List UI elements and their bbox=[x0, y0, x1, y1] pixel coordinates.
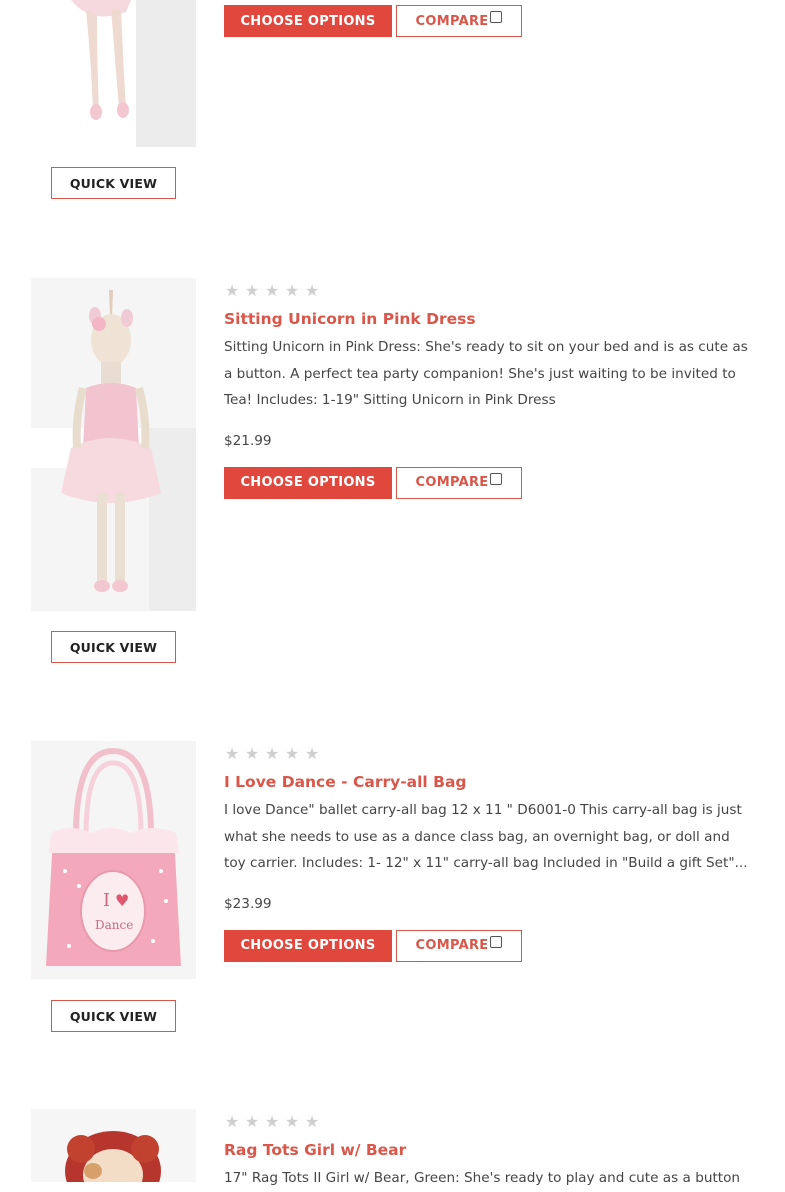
star-icon: ★ bbox=[224, 1112, 240, 1131]
product-actions: CHOOSE OPTIONS COMPARE bbox=[224, 466, 756, 499]
product-description: Sitting Unicorn in Pink Dress: She's rea… bbox=[224, 334, 756, 414]
rating-stars: ★ ★ ★ ★ ★ bbox=[224, 1114, 756, 1130]
rag-doll-image bbox=[31, 1109, 196, 1182]
rating-stars: ★ ★ ★ ★ ★ bbox=[224, 746, 756, 762]
star-icon: ★ bbox=[284, 281, 300, 300]
choose-options-label: CHOOSE OPTIONS bbox=[240, 13, 376, 29]
compare-button[interactable]: COMPARE bbox=[396, 5, 522, 37]
star-icon: ★ bbox=[264, 281, 280, 300]
dance-bag-image: I ♥ Dance bbox=[31, 741, 196, 979]
product-info: ★ ★ ★ ★ ★ I Love Dance - Carry-all Bag I… bbox=[224, 746, 756, 962]
product-image-unicorn[interactable] bbox=[31, 278, 196, 611]
star-icon: ★ bbox=[304, 744, 320, 763]
product-title-link[interactable]: I Love Dance - Carry-all Bag bbox=[224, 772, 756, 792]
compare-button[interactable]: COMPARE bbox=[396, 929, 522, 962]
description-line: 17" Rag Tots II Girl w/ Bear, Green: She… bbox=[224, 1170, 741, 1186]
product-title-link[interactable]: Sitting Unicorn in Pink Dress bbox=[224, 309, 756, 329]
star-icon: ★ bbox=[264, 744, 280, 763]
product-actions: CHOOSE OPTIONS COMPARE bbox=[224, 5, 756, 37]
quick-view-label: QUICK VIEW bbox=[69, 639, 158, 655]
star-icon: ★ bbox=[284, 1112, 300, 1131]
star-icon: ★ bbox=[224, 744, 240, 763]
svg-text:Dance: Dance bbox=[95, 918, 133, 932]
description-line: I love Dance" ballet carry-all bag 12 x … bbox=[224, 802, 742, 818]
choose-options-label: CHOOSE OPTIONS bbox=[240, 938, 376, 953]
product-description: I love Dance" ballet carry-all bag 12 x … bbox=[224, 797, 756, 877]
product-image-rag-doll[interactable] bbox=[31, 1109, 196, 1182]
product-description: 17" Rag Tots II Girl w/ Bear, Green: She… bbox=[224, 1165, 756, 1192]
star-icon: ★ bbox=[244, 281, 260, 300]
description-line: Tea! Includes: 1-19" Sitting Unicorn in … bbox=[224, 392, 556, 408]
product-info: ★ ★ ★ ★ ★ Sitting Unicorn in Pink Dress … bbox=[224, 283, 756, 499]
quick-view-button[interactable]: QUICK VIEW bbox=[51, 631, 176, 663]
star-icon: ★ bbox=[284, 744, 300, 763]
product-image-dance-bag[interactable]: I ♥ Dance bbox=[31, 741, 196, 979]
description-line: a button. A perfect tea party companion!… bbox=[224, 365, 736, 382]
compare-label: COMPARE bbox=[415, 13, 489, 29]
star-icon: ★ bbox=[264, 1112, 280, 1131]
product-price: $21.99 bbox=[224, 432, 272, 449]
sitting-doll-image bbox=[31, 0, 196, 147]
description-line: toy carrier. Includes: 1- 12" x 11" carr… bbox=[224, 855, 748, 871]
choose-options-button[interactable]: CHOOSE OPTIONS bbox=[224, 5, 392, 37]
description-line: what she needs to use as a dance class b… bbox=[224, 828, 730, 845]
star-icon: ★ bbox=[244, 1112, 260, 1131]
svg-text:♥: ♥ bbox=[115, 891, 129, 910]
product-title-link[interactable]: Rag Tots Girl w/ Bear bbox=[224, 1140, 756, 1160]
product-price: $23.99 bbox=[224, 895, 272, 912]
choose-options-label: CHOOSE OPTIONS bbox=[240, 475, 376, 490]
rating-stars: ★ ★ ★ ★ ★ bbox=[224, 283, 756, 299]
quick-view-button[interactable]: QUICK VIEW bbox=[51, 167, 176, 199]
choose-options-button[interactable]: CHOOSE OPTIONS bbox=[224, 929, 392, 962]
checkbox-icon[interactable] bbox=[490, 11, 503, 23]
compare-button[interactable]: COMPARE bbox=[396, 466, 522, 499]
quick-view-label: QUICK VIEW bbox=[69, 1008, 158, 1024]
product-info: CHOOSE OPTIONS COMPARE bbox=[224, 5, 756, 37]
star-icon: ★ bbox=[304, 281, 320, 300]
quick-view-button[interactable]: QUICK VIEW bbox=[51, 1000, 176, 1032]
choose-options-button[interactable]: CHOOSE OPTIONS bbox=[224, 466, 392, 499]
product-actions: CHOOSE OPTIONS COMPARE bbox=[224, 929, 756, 962]
product-image-sitting-doll[interactable] bbox=[31, 0, 196, 147]
checkbox-icon[interactable] bbox=[490, 935, 503, 948]
compare-label: COMPARE bbox=[415, 475, 489, 490]
star-icon: ★ bbox=[244, 744, 260, 763]
quick-view-label: QUICK VIEW bbox=[69, 175, 158, 191]
checkbox-icon[interactable] bbox=[490, 472, 503, 485]
unicorn-image bbox=[31, 278, 196, 611]
compare-label: COMPARE bbox=[415, 938, 489, 953]
star-icon: ★ bbox=[224, 281, 240, 300]
description-line: Sitting Unicorn in Pink Dress: She's rea… bbox=[224, 339, 748, 355]
product-info: ★ ★ ★ ★ ★ Rag Tots Girl w/ Bear 17" Rag … bbox=[224, 1114, 756, 1192]
svg-text:I: I bbox=[103, 890, 110, 911]
star-icon: ★ bbox=[304, 1112, 320, 1131]
